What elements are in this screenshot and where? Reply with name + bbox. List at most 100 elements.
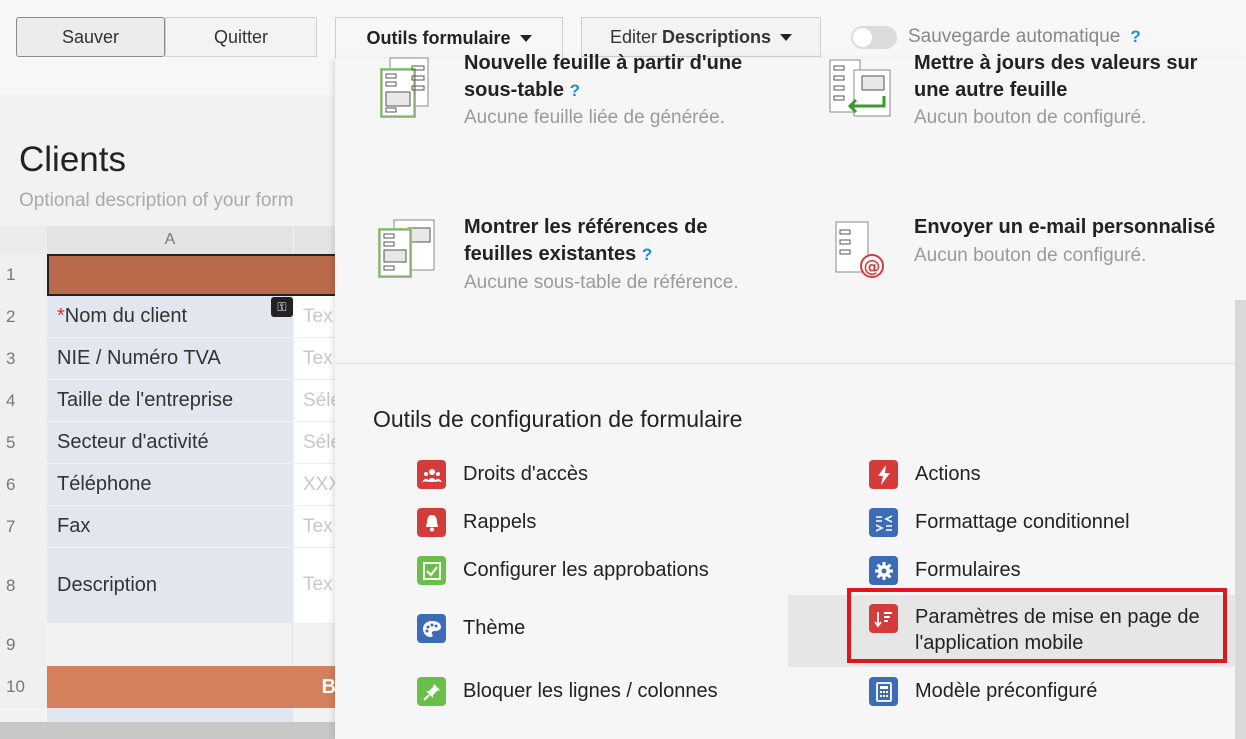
row-number: 7: [0, 506, 47, 548]
field-value[interactable]: Tex: [294, 296, 340, 338]
label-text: Nom du client: [64, 305, 188, 327]
corner-cell: [0, 226, 47, 254]
quit-button[interactable]: Quitter: [165, 17, 317, 57]
next-row-cell[interactable]: [47, 708, 293, 722]
caret-down-icon: [519, 35, 532, 42]
update-values-other-sheet[interactable]: Mettre à jours des valeurs sur une autre…: [828, 52, 1228, 146]
feature-status: Aucune feuille liée de générée.: [464, 107, 725, 128]
new-sheet-icon: [380, 57, 429, 118]
feature-title: Mettre à jours des valeurs sur une autre…: [914, 50, 1224, 104]
edit-bold: Descriptions: [662, 26, 772, 47]
bell-icon: [417, 508, 446, 537]
empty-cell[interactable]: [47, 624, 293, 666]
help-icon[interactable]: ?: [1130, 27, 1140, 46]
tool-theme[interactable]: Thème: [417, 614, 525, 643]
field-label-sector[interactable]: Secteur d'activité: [47, 422, 293, 464]
field-label-phone[interactable]: Téléphone: [47, 464, 293, 506]
field-value[interactable]: Séle: [294, 422, 340, 464]
edit-prefix: Editer: [609, 26, 657, 47]
tool-forms[interactable]: Formulaires: [869, 556, 1021, 585]
field-value[interactable]: Tex: [294, 506, 340, 548]
feature-status: Aucune sous-table de référence.: [464, 272, 739, 293]
column-header-a[interactable]: A: [47, 226, 293, 254]
tool-access-rights[interactable]: Droits d'accès: [417, 460, 588, 489]
row-number: 9: [0, 624, 47, 666]
title-line-2: une autre feuille: [914, 79, 1068, 101]
row-number: 4: [0, 380, 47, 422]
tool-label: Rappels: [463, 511, 537, 533]
field-value[interactable]: Tex: [294, 338, 340, 380]
tool-reminders[interactable]: Rappels: [417, 508, 536, 537]
check-icon: [417, 556, 446, 585]
help-icon[interactable]: ?: [570, 81, 580, 100]
send-custom-email[interactable]: @ Envoyer un e-mail personnalisé Aucun b…: [834, 216, 1234, 308]
row-number: 2: [0, 296, 47, 338]
save-button[interactable]: Sauver: [16, 17, 165, 57]
feature-title: Montrer les références de feuilles exist…: [464, 214, 804, 268]
form-tools-label: Outils formulaire: [366, 28, 511, 48]
form-title: Clients: [19, 140, 126, 179]
svg-text:@: @: [864, 257, 881, 277]
autosave-toggle[interactable]: [851, 26, 897, 49]
conditional-format-icon: [869, 508, 898, 537]
title-line-1: Montrer les références de: [464, 216, 708, 238]
row-number: 10: [0, 666, 47, 708]
toggle-knob: [853, 28, 872, 47]
horizontal-scrollbar[interactable]: [0, 722, 340, 739]
show-existing-references[interactable]: Montrer les références de feuilles exist…: [376, 216, 806, 308]
tool-conditional-formatting[interactable]: Formattage conditionnel: [869, 508, 1130, 537]
palette-icon: [417, 614, 446, 643]
row-number: 3: [0, 338, 47, 380]
template-icon: [869, 677, 898, 706]
tool-label: Thème: [463, 617, 526, 639]
tool-label: Modèle préconfiguré: [915, 680, 1098, 702]
title-line-1: Mettre à jours des valeurs sur: [914, 52, 1198, 74]
annotation-highlight-box: [847, 588, 1227, 663]
section-row-cell[interactable]: B: [47, 666, 340, 708]
field-value[interactable]: Séle: [294, 380, 340, 422]
email-icon: @: [835, 221, 884, 278]
tool-freeze-rows-columns[interactable]: Bloquer les lignes / colonnes: [417, 677, 718, 706]
feature-title: Nouvelle feuille à partir d'une sous-tab…: [464, 50, 804, 104]
row-number: 1: [0, 254, 47, 296]
field-label-vat[interactable]: NIE / Numéro TVA: [47, 338, 293, 380]
tool-approvals[interactable]: Configurer les approbations: [417, 556, 709, 585]
title-line-2: sous-table: [464, 79, 565, 101]
field-value[interactable]: XXX: [294, 464, 340, 506]
references-icon: [378, 219, 435, 278]
bolt-icon: [869, 460, 898, 489]
update-values-icon: [829, 59, 891, 117]
tool-label: Formattage conditionnel: [915, 511, 1130, 533]
key-icon: ⚿: [271, 297, 293, 317]
tool-label: Actions: [915, 463, 981, 485]
menu-divider: [335, 363, 1235, 364]
tool-actions[interactable]: Actions: [869, 460, 981, 489]
vertical-scrollbar[interactable]: [1235, 300, 1246, 739]
new-sheet-from-subtable[interactable]: Nouvelle feuille à partir d'une sous-tab…: [376, 52, 806, 146]
row-number: 6: [0, 464, 47, 506]
tool-label: Formulaires: [915, 559, 1021, 581]
help-icon[interactable]: ?: [642, 245, 652, 264]
autosave-label: Sauvegarde automatique?: [908, 26, 1141, 48]
tool-label: Bloquer les lignes / colonnes: [463, 680, 718, 702]
field-value[interactable]: Tex: [294, 548, 340, 624]
required-marker: *: [57, 305, 65, 327]
feature-title: Envoyer un e-mail personnalisé: [914, 216, 1216, 238]
pin-icon: [417, 677, 446, 706]
users-icon: [417, 460, 446, 489]
config-section-title: Outils de configuration de formulaire: [373, 406, 743, 432]
field-label-description[interactable]: Description: [47, 548, 293, 624]
feature-status: Aucun bouton de configuré.: [914, 245, 1147, 266]
feature-status: Aucun bouton de configuré.: [914, 107, 1147, 128]
column-header-b[interactable]: [294, 226, 340, 254]
header-row-cell[interactable]: [47, 254, 340, 296]
field-label-fax[interactable]: Fax: [47, 506, 293, 548]
field-label-client-name[interactable]: * Nom du client: [47, 296, 293, 338]
form-description[interactable]: Optional description of your form: [19, 190, 294, 212]
field-label-company-size[interactable]: Taille de l'entreprise: [47, 380, 293, 422]
tool-preconfigured-template[interactable]: Modèle préconfiguré: [869, 677, 1097, 706]
gear-icon: [869, 556, 898, 585]
autosave-text: Sauvegarde automatique: [908, 26, 1121, 47]
tool-label: Droits d'accès: [463, 463, 588, 485]
caret-down-icon: [780, 33, 793, 41]
